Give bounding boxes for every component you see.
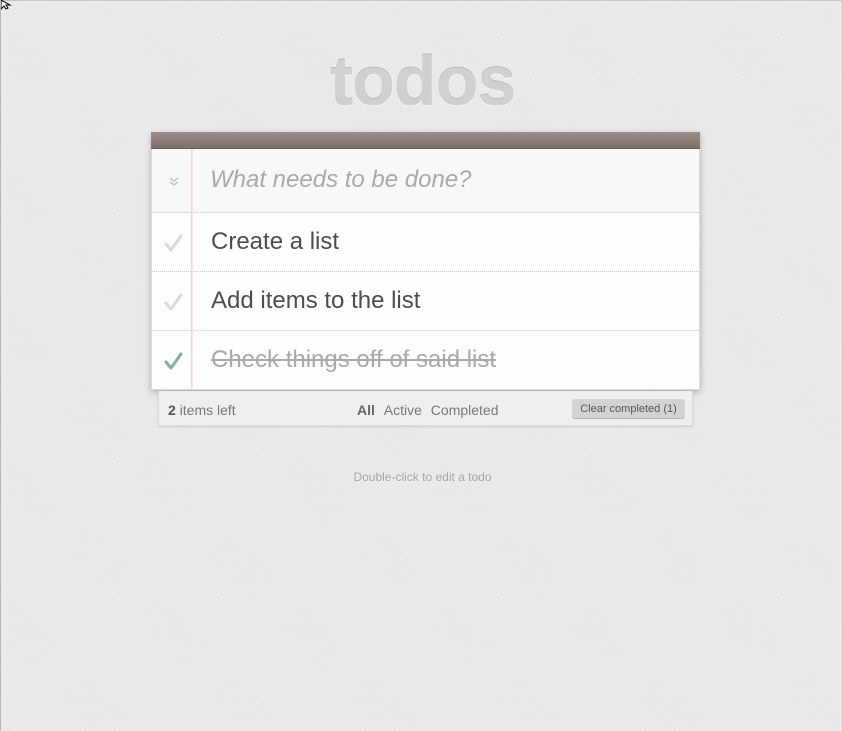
toggle-all-icon[interactable]: [166, 175, 182, 189]
todo-label[interactable]: Add items to the list: [211, 286, 420, 316]
checkmark-icon[interactable]: [162, 350, 184, 372]
todo-label[interactable]: Create a list: [211, 227, 339, 257]
new-todo-input[interactable]: [210, 157, 680, 203]
new-todo-row: [152, 149, 699, 213]
notebook-margin-line: [191, 149, 193, 390]
filters: All Active Completed: [357, 402, 504, 418]
checkmark-icon[interactable]: [162, 291, 184, 313]
todo-label[interactable]: Check things off of said list: [211, 345, 496, 375]
todo-item[interactable]: Create a list: [152, 213, 699, 272]
items-left-number: 2: [168, 402, 176, 418]
todo-app-panel: Create a list Add items to the list Chec…: [151, 132, 700, 390]
items-left-suffix: items left: [175, 402, 236, 418]
todo-list: Create a list Add items to the list Chec…: [152, 213, 699, 390]
filter-active[interactable]: Active: [384, 402, 422, 418]
todo-footer: 2 items left All Active Completed Clear …: [158, 391, 693, 426]
todo-item[interactable]: Add items to the list: [152, 272, 699, 331]
app-title: todos: [329, 42, 517, 120]
todo-item-completed[interactable]: Check things off of said list: [152, 331, 699, 390]
panel-top-bar: [151, 132, 700, 149]
clear-completed-button[interactable]: Clear completed (1): [572, 399, 685, 419]
mouse-cursor-icon: [1, 0, 12, 10]
filter-completed[interactable]: Completed: [431, 402, 499, 418]
checkmark-icon[interactable]: [162, 232, 184, 254]
filter-all[interactable]: All: [357, 402, 375, 418]
info-hint: Double-click to edit a todo: [353, 470, 492, 484]
items-left-count: 2 items left: [168, 402, 236, 418]
